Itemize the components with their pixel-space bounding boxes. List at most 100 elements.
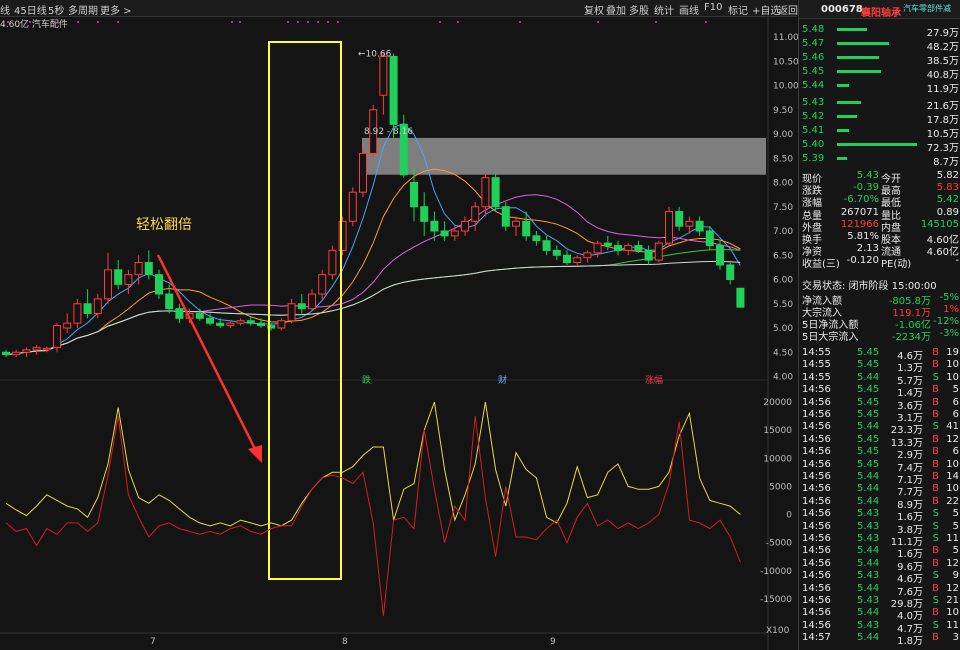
indicator-line-yellow — [5, 401, 741, 527]
candle — [22, 347, 31, 358]
tick-row: 14:56 5.44 7.6万 B 12 — [802, 582, 959, 598]
date-tick-label: 7 — [150, 637, 156, 647]
indicator-tick-label: 15000 — [763, 426, 792, 436]
signal-dot — [97, 21, 99, 23]
quote-row: 涨幅 -6.70% 最低 5.42 — [802, 194, 959, 210]
signal-dot — [655, 21, 657, 23]
candle — [481, 172, 490, 217]
candle — [277, 318, 286, 331]
ask-level: 5.46 38.5万 — [802, 52, 959, 67]
candle — [379, 53, 388, 115]
signal-dot — [317, 21, 319, 23]
price-tick-label: 8.00 — [773, 179, 793, 189]
tick-row: 14:56 5.44 4.0万 B 10 — [802, 607, 959, 623]
volume-bar — [837, 143, 917, 146]
tick-row: 14:56 5.45 2.9万 B 6 — [802, 446, 959, 462]
volume-bar — [837, 70, 881, 73]
flow-row: 5日大宗流入 -2234万 -3% — [802, 328, 959, 343]
date-tick-label: 8 — [342, 637, 348, 647]
candle — [532, 231, 541, 246]
bid-level: 5.41 10.5万 — [802, 125, 959, 140]
tab-multi-period[interactable]: 多周期 — [68, 2, 98, 17]
signal-dot — [519, 21, 521, 23]
stock-header: 000678 襄阳轴承 汽车零部件减 — [799, 0, 960, 19]
quote-row: 总量 267071 量比 0.89 — [802, 206, 959, 222]
bid-level: 5.43 21.6万 — [802, 97, 959, 112]
candle — [461, 216, 469, 236]
indicator-unit: X100 — [766, 626, 790, 636]
candle — [83, 289, 92, 319]
candle — [53, 323, 61, 353]
candle — [675, 206, 684, 231]
price-tick-label: 9.50 — [773, 106, 793, 116]
signal-dot — [439, 21, 441, 23]
price-tick-label: 4.50 — [773, 348, 793, 358]
candle — [420, 192, 429, 236]
btn-f10[interactable]: F10 — [704, 2, 722, 13]
volume-bar — [837, 28, 867, 31]
btn-draw-line[interactable]: 画线 — [679, 2, 699, 17]
arrow-head-icon — [248, 445, 262, 463]
candle — [93, 294, 102, 319]
quote-row: 现价 5.43 今开 5.82 — [802, 170, 959, 185]
candle — [73, 298, 82, 328]
kline-chart[interactable]: 11.00 10.50 10.00 9.50 9.00 8.50 8.00 7.50 7.00 6… — [0, 17, 798, 650]
tab-line[interactable]: 线 — [0, 2, 10, 17]
price-tick-label: 5.00 — [773, 324, 793, 334]
indicator-line-red — [5, 416, 741, 616]
ask-level: 5.44 11.9万 — [802, 80, 959, 95]
tick-row: 14:56 5.43 11.1万 S 11 — [802, 533, 959, 548]
quote-panel: 000678 襄阳轴承 汽车零部件减 5.48 27.9万 5.47 48.2万 5.4… — [798, 0, 960, 650]
candle — [2, 349, 10, 358]
flow-row: 大宗流入 119.1万 1% — [802, 304, 959, 319]
candle — [665, 206, 673, 246]
price-tick-label: 7.00 — [773, 227, 793, 237]
volume-bar — [837, 129, 849, 132]
btn-multi-stock[interactable]: 多股 — [629, 2, 649, 17]
price-tick-label: 10.00 — [773, 82, 798, 92]
btn-stats[interactable]: 统计 — [654, 2, 674, 17]
btn-overlay[interactable]: 叠加 — [606, 2, 626, 17]
signal-dot — [337, 21, 339, 23]
candle — [410, 167, 418, 222]
volume-bar — [837, 101, 861, 104]
chart-toolbar: 线 45日线 5秒 多周期 更多 > 复权 叠加 多股 统计 画线 F10 标记… — [0, 0, 798, 17]
tab-more[interactable]: 更多 > — [100, 2, 132, 17]
candle — [124, 269, 133, 295]
btn-mark[interactable]: 标记 — [728, 2, 748, 17]
btn-add-favorite[interactable]: +自选 — [752, 2, 780, 17]
tick-row: 14:55 5.45 4.6万 B 19 — [802, 347, 959, 362]
price-tick-label: 6.50 — [773, 251, 793, 261]
indicator-tick-label: 20000 — [763, 398, 792, 408]
signal-dot — [117, 21, 119, 23]
btn-restore-rights[interactable]: 复权 — [584, 2, 604, 17]
candle — [114, 260, 123, 290]
btn-back[interactable]: 返回 — [778, 2, 798, 17]
price-tick-label: 11.00 — [773, 33, 798, 43]
tick-row: 14:56 5.44 9.6万 B 12 — [802, 557, 959, 573]
tick-row: 14:56 5.45 3.1万 B 6 — [802, 409, 959, 424]
candle — [348, 187, 357, 227]
signal-dot — [597, 21, 599, 23]
candle — [491, 172, 500, 212]
tick-row: 14:56 5.45 1.4万 B 5 — [802, 384, 959, 400]
stock-code: 000678 — [821, 4, 863, 15]
candle — [583, 250, 592, 263]
candle — [644, 245, 653, 265]
event-marker: 财 — [498, 374, 507, 386]
annotation-arrow — [156, 254, 260, 456]
candle — [501, 201, 510, 231]
tab-45-day[interactable]: 45日线 — [14, 2, 47, 17]
signal-dot — [705, 21, 707, 23]
tab-5-sec[interactable]: 5秒 — [48, 2, 64, 17]
tick-row: 14:56 5.43 3.8万 S 5 — [802, 520, 959, 536]
ask-level: 5.47 48.2万 — [802, 38, 959, 53]
range-label: 8.92 - 8.16 — [364, 127, 413, 137]
candle — [287, 298, 296, 324]
tick-row: 14:57 5.44 1.8万 B 3 — [802, 632, 959, 648]
tick-row: 14:56 5.44 8.9万 B 22 — [802, 495, 959, 511]
price-tick-label: 10.50 — [773, 57, 798, 67]
candle — [471, 201, 480, 231]
signal-dot — [239, 21, 241, 23]
price-tick-label: 9.00 — [773, 130, 793, 140]
